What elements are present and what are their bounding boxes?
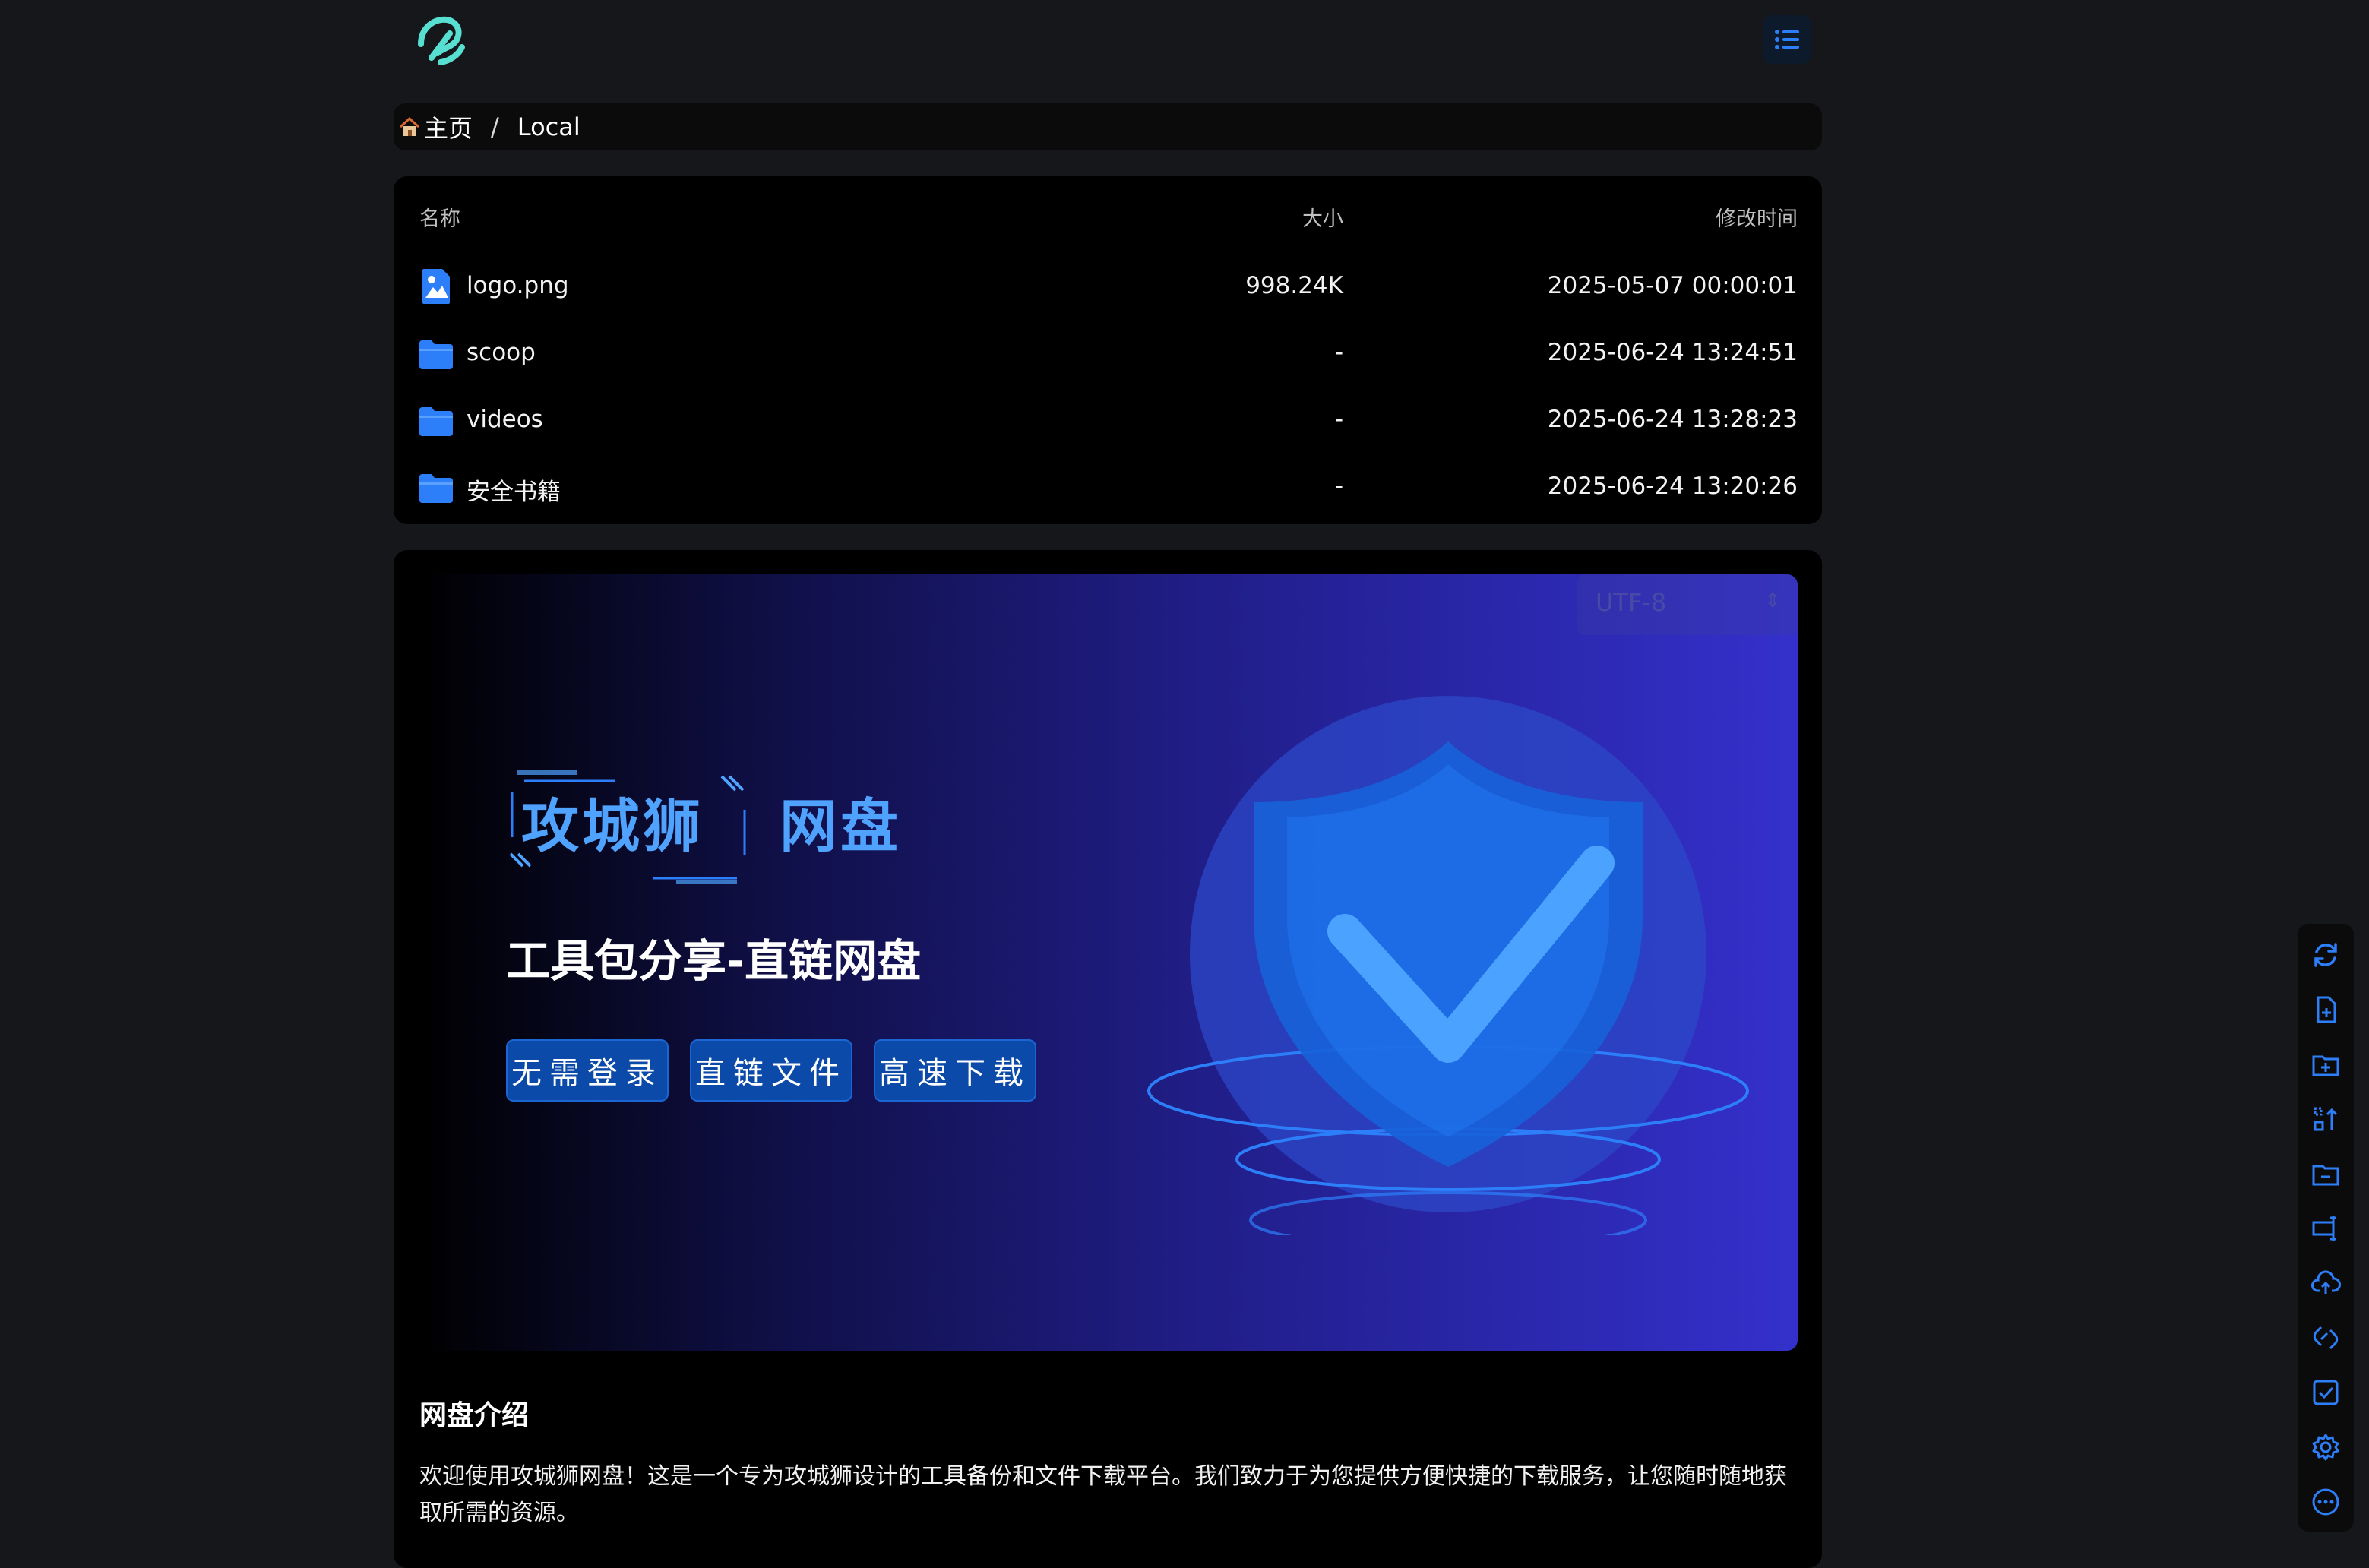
file-row[interactable]: logo.png 998.24K 2025-05-07 00:00:01 xyxy=(394,257,1822,322)
new-folder-icon xyxy=(2312,1055,2339,1076)
file-name: videos xyxy=(467,406,543,433)
more-icon xyxy=(2312,1488,2339,1516)
file-modified: 2025-06-24 13:28:23 xyxy=(1547,406,1798,433)
breadcrumb-home-label: 主页 xyxy=(424,114,473,143)
intro-paragraph: 欢迎使用攻城狮网盘！这是一个专为攻城狮设计的工具备份和文件下载平台。我们致力于为… xyxy=(419,1463,1787,1526)
file-size: 998.24K xyxy=(1245,272,1343,299)
list-icon xyxy=(1775,30,1799,49)
right-toolbar xyxy=(2298,924,2354,1532)
new-file-button[interactable] xyxy=(2307,991,2345,1029)
file-name: scoop xyxy=(467,339,536,366)
breadcrumb-current[interactable]: Local xyxy=(517,112,580,141)
intro-heading: 网盘介绍 xyxy=(419,1400,530,1431)
magnet-icon xyxy=(2313,1326,2339,1350)
breadcrumb-separator: / xyxy=(491,112,499,141)
feature-pill: 无需登录 xyxy=(506,1039,669,1102)
file-size: - xyxy=(1334,473,1343,500)
sort-icon xyxy=(2314,1107,2338,1131)
offline-download-button[interactable] xyxy=(2307,1319,2345,1357)
file-list-header: 名称 大小 修改时间 xyxy=(394,202,1822,232)
batch-rename-button[interactable] xyxy=(2307,1209,2345,1247)
readme-panel: UTF-8 ⇕ 攻城狮 网盘 工具包分享-直链网盘 无需登录 直链文件 高速下载 xyxy=(394,550,1822,1568)
file-size: - xyxy=(1334,339,1343,366)
brand-title: 攻城狮 网盘 xyxy=(501,764,927,886)
file-modified: 2025-05-07 00:00:01 xyxy=(1547,272,1798,299)
banner-tagline: 工具包分享-直链网盘 xyxy=(506,935,922,987)
breadcrumb: 主页 / Local xyxy=(394,103,1822,150)
chevron-updown-icon: ⇕ xyxy=(1764,590,1781,612)
collapse-folder-button[interactable] xyxy=(2307,1155,2345,1193)
feature-pill: 高速下载 xyxy=(874,1039,1036,1102)
banner-image: UTF-8 ⇕ 攻城狮 网盘 工具包分享-直链网盘 无需登录 直链文件 高速下载 xyxy=(418,574,1798,1351)
new-file-icon xyxy=(2317,996,2336,1023)
feature-pill: 直链文件 xyxy=(690,1039,852,1102)
encoding-select[interactable]: UTF-8 ⇕ xyxy=(1577,574,1798,635)
brand-right-text: 网盘 xyxy=(780,792,901,860)
refresh-button[interactable] xyxy=(2307,936,2345,974)
breadcrumb-home[interactable]: 主页 xyxy=(398,109,473,144)
file-modified: 2025-06-24 13:24:51 xyxy=(1547,339,1798,366)
file-modified: 2025-06-24 13:20:26 xyxy=(1547,473,1798,500)
folder-icon xyxy=(419,407,453,436)
folder-icon xyxy=(419,340,453,369)
column-size[interactable]: 大小 xyxy=(1302,202,1343,232)
file-row[interactable]: videos - 2025-06-24 13:28:23 xyxy=(394,390,1822,456)
file-name: 安全书籍 xyxy=(467,479,561,506)
more-button[interactable] xyxy=(2307,1483,2345,1521)
refresh-icon xyxy=(2314,943,2337,967)
house-icon xyxy=(399,116,420,136)
checkbox-icon xyxy=(2313,1380,2339,1405)
new-folder-button[interactable] xyxy=(2307,1045,2345,1083)
gear-icon xyxy=(2312,1434,2339,1461)
image-file-icon xyxy=(422,269,450,304)
encoding-value: UTF-8 xyxy=(1596,588,1667,617)
upload-button[interactable] xyxy=(2307,1264,2345,1302)
menu-button[interactable] xyxy=(1763,15,1811,64)
column-name[interactable]: 名称 xyxy=(419,202,460,232)
sort-button[interactable] xyxy=(2307,1100,2345,1138)
upload-icon xyxy=(2311,1270,2341,1294)
folder-icon xyxy=(419,474,453,503)
select-button[interactable] xyxy=(2307,1374,2345,1412)
file-row[interactable]: 安全书籍 - 2025-06-24 13:20:26 xyxy=(394,457,1822,523)
file-row[interactable]: scoop - 2025-06-24 13:24:51 xyxy=(394,324,1822,389)
column-modified[interactable]: 修改时间 xyxy=(1716,202,1798,232)
folder-minus-icon xyxy=(2312,1165,2339,1186)
file-list: 名称 大小 修改时间 logo.png 998.24K 2025-05-07 0… xyxy=(394,176,1822,524)
batch-rename-icon xyxy=(2312,1216,2336,1241)
file-size: - xyxy=(1334,406,1343,433)
file-name: logo.png xyxy=(467,272,569,299)
site-logo[interactable] xyxy=(412,11,470,68)
settings-button[interactable] xyxy=(2307,1428,2345,1466)
brand-left-text: 攻城狮 xyxy=(521,792,704,860)
shield-check-illustration xyxy=(1147,696,1749,1235)
